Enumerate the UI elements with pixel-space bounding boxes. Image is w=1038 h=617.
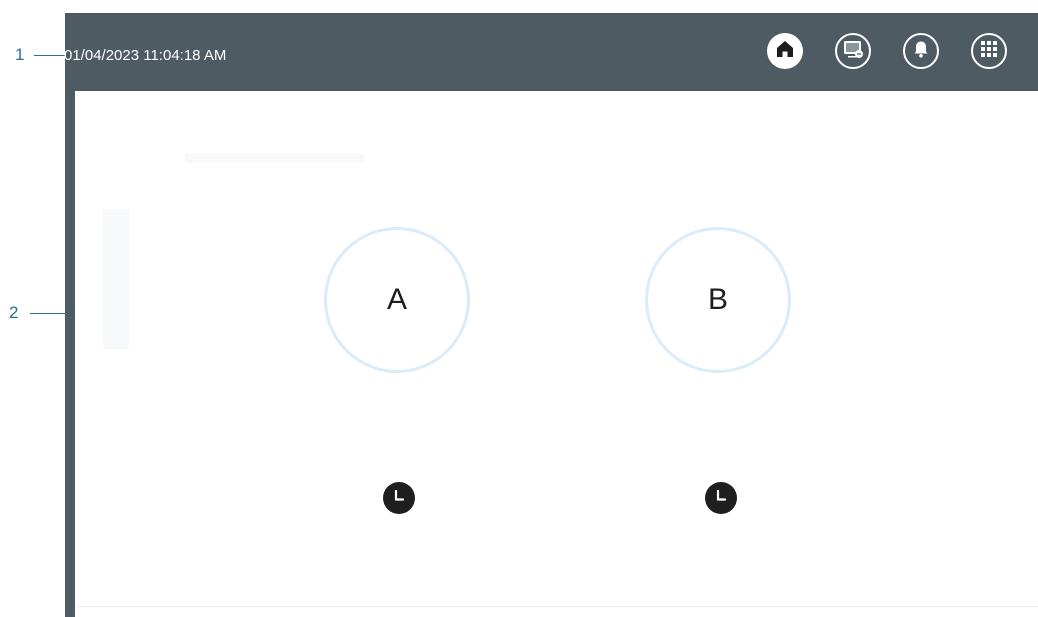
ghost-header [185,153,365,163]
screen-icon [842,38,864,65]
grid-icon [980,40,998,63]
home-icon [775,39,795,64]
channel-a-button[interactable]: A [324,227,470,373]
bell-icon [911,39,931,64]
channel-a-timer-button[interactable] [383,482,415,514]
main-content: A B [75,91,1038,617]
clock-icon [714,489,728,508]
notifications-button[interactable] [903,33,939,69]
channel-b-label: B [707,283,728,316]
callout-1-label: 1 [15,45,25,64]
screen-button[interactable] [835,33,871,69]
home-button[interactable] [767,33,803,69]
channel-b-button[interactable]: B [645,227,791,373]
ghost-panel [103,209,129,349]
channel-a-label: A [386,283,407,316]
callout-1-line [34,55,66,56]
clock-icon [392,489,406,508]
datetime-display: 01/04/2023 11:04:18 AM [64,47,227,64]
top-status-bar: 01/04/2023 11:04:18 AM [64,13,1038,91]
content-divider [75,606,1038,607]
apps-button[interactable] [971,33,1007,69]
channel-b-timer-button[interactable] [705,482,737,514]
callout-2-label: 2 [9,303,19,322]
